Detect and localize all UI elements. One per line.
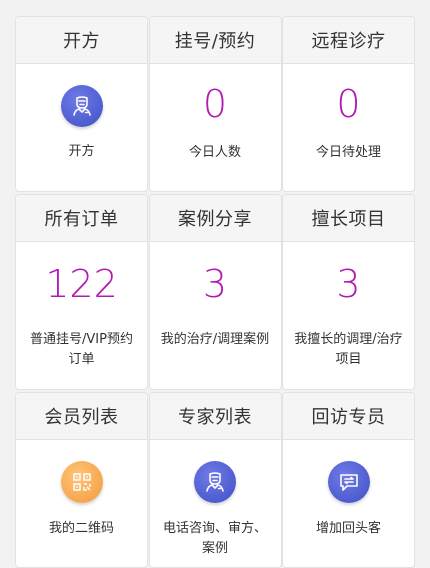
card-specialties[interactable]: 擅长项目 3 我擅长的调理/治疗项目 (282, 194, 415, 390)
card-description: 我的治疗/调理案例 (160, 332, 270, 347)
card-description: 我的二维码 (48, 521, 114, 536)
card-body: 开方 (16, 64, 147, 191)
count-value: 3 (202, 262, 228, 306)
card-description: 今日人数 (188, 145, 241, 160)
card-title: 专家列表 (149, 393, 281, 440)
card-description: 开方 (68, 144, 95, 159)
card-title: 案例分享 (149, 195, 281, 242)
count-value: 122 (45, 262, 118, 306)
card-body: 0 今日待处理 (283, 64, 414, 191)
doctor-icon[interactable] (60, 85, 103, 127)
count-value: 3 (336, 262, 361, 306)
card-body: 增加回头客 (283, 440, 414, 567)
card-case-sharing[interactable]: 案例分享 3 我的治疗/调理案例 (148, 194, 282, 390)
card-remote-diagnosis[interactable]: 远程诊疗 0 今日待处理 (282, 16, 415, 192)
card-description: 今日待处理 (315, 145, 381, 160)
card-body: 3 我擅长的调理/治疗项目 (283, 242, 414, 389)
card-body: 我的二维码 (16, 440, 147, 567)
card-body: 122 普通挂号/VIP预约订单 (16, 242, 147, 389)
card-title: 远程诊疗 (283, 17, 414, 64)
message-icon[interactable] (327, 461, 370, 503)
card-title: 回访专员 (283, 393, 414, 440)
card-body: 3 我的治疗/调理案例 (150, 242, 281, 389)
card-follow-up[interactable]: 回访专员 增加回头客 (282, 392, 415, 568)
card-body: 0 今日人数 (150, 64, 281, 191)
card-description: 增加回头客 (315, 521, 381, 536)
card-all-orders[interactable]: 所有订单 122 普通挂号/VIP预约订单 (15, 194, 148, 390)
doctor-icon[interactable] (194, 461, 236, 503)
card-title: 会员列表 (16, 393, 147, 440)
dashboard-grid: 开方 开方 挂号/预约 0 今日人数 远程诊疗 0 今日待处理 所有订单 122… (15, 16, 415, 568)
card-description: 普通挂号/VIP预约订单 (30, 332, 133, 367)
card-description: 电话咨询、审方、案例 (162, 521, 267, 556)
card-prescribe[interactable]: 开方 开方 (15, 16, 148, 192)
card-member-list[interactable]: 会员列表 我的二维码 (15, 392, 148, 568)
card-body: 电话咨询、审方、案例 (150, 440, 281, 567)
count-value: 0 (336, 82, 361, 126)
card-registration[interactable]: 挂号/预约 0 今日人数 (148, 16, 282, 192)
count-value: 0 (202, 82, 228, 126)
card-expert-list[interactable]: 专家列表 电话咨询、审方、案例 (148, 392, 282, 568)
card-title: 挂号/预约 (149, 17, 281, 64)
qr-code-icon[interactable] (60, 461, 103, 503)
card-title: 所有订单 (16, 195, 147, 242)
card-title: 开方 (16, 17, 147, 64)
card-description: 我擅长的调理/治疗项目 (294, 332, 403, 367)
card-title: 擅长项目 (283, 195, 414, 242)
